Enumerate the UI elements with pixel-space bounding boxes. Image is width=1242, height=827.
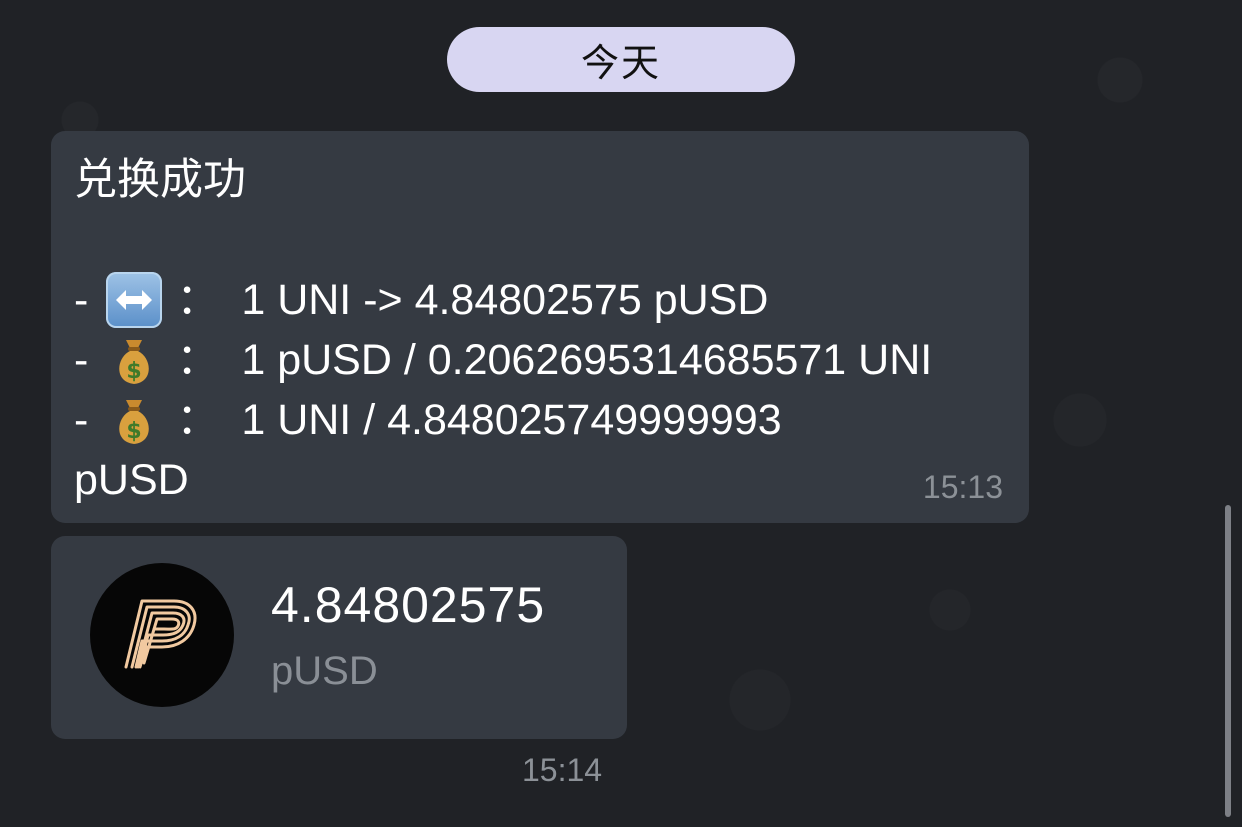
line-text: 1 UNI / 4.848025749999993 <box>241 396 782 444</box>
line-separator: ： <box>176 276 220 324</box>
line-dash: - <box>74 336 89 384</box>
swap-line-price-pusd: - $ ： 1 pUSD / 0.2062695314685571 UNI <box>74 331 932 389</box>
svg-text:$: $ <box>127 359 142 384</box>
date-label: 今天 <box>580 43 661 85</box>
pusd-logo-icon <box>90 563 234 707</box>
swap-line-rate: - ： 1 UNI -> 4.84802575 pUSD <box>74 271 768 329</box>
left-right-arrow-icon <box>106 272 163 328</box>
chat-view[interactable]: 今天 兑换成功 - ： 1 UNI -> 4.84802575 pUSD - $ <box>0 0 1242 827</box>
scrollbar[interactable] <box>1225 505 1231 817</box>
swap-line-wrap: pUSD <box>74 451 189 509</box>
line-dash: - <box>74 276 89 324</box>
token-amount: 4.84802575 <box>271 577 546 633</box>
line-separator: ： <box>176 336 220 384</box>
swap-message-bubble[interactable]: 兑换成功 - ： 1 UNI -> 4.84802575 pUSD - $ ： … <box>51 131 1029 523</box>
svg-text:$: $ <box>127 419 142 444</box>
message-timestamp: 15:14 <box>522 752 603 788</box>
token-symbol: pUSD <box>271 649 378 693</box>
line-text: 1 UNI -> 4.84802575 pUSD <box>241 276 769 324</box>
line-text: pUSD <box>74 456 189 504</box>
message-timestamp: 15:13 <box>922 469 1003 505</box>
token-message-bubble[interactable]: 4.84802575 pUSD <box>51 536 627 739</box>
swap-line-price-uni: - $ ： 1 UNI / 4.848025749999993 <box>74 391 782 449</box>
line-text: 1 pUSD / 0.2062695314685571 UNI <box>241 336 933 384</box>
message-title: 兑换成功 <box>74 156 246 204</box>
line-separator: ： <box>176 396 220 444</box>
money-bag-icon: $ <box>106 332 162 388</box>
date-separator: 今天 <box>447 27 795 92</box>
line-dash: - <box>74 396 89 444</box>
money-bag-icon: $ <box>106 392 162 448</box>
